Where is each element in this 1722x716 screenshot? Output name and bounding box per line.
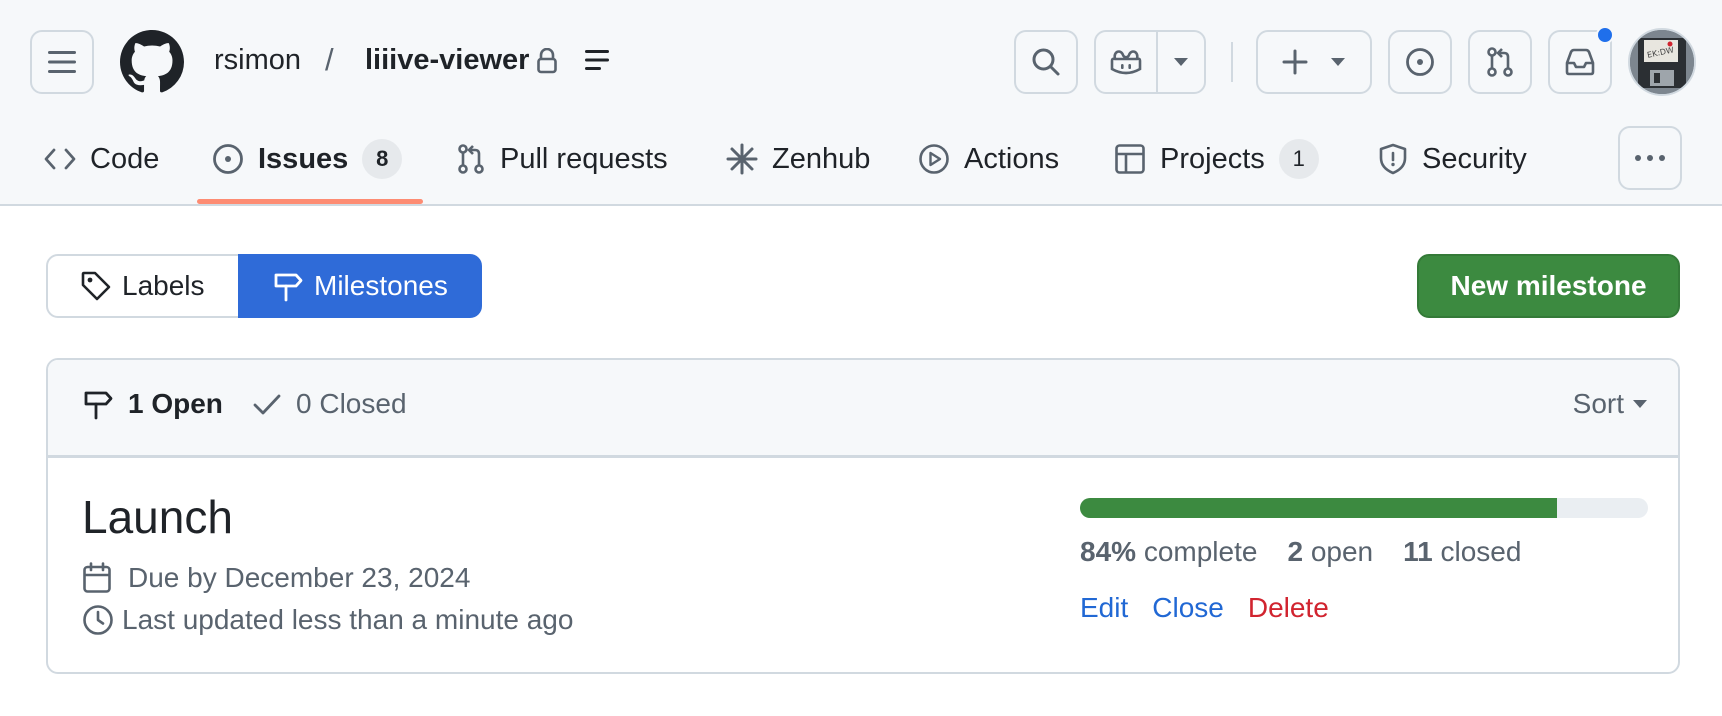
calendar-icon [83,562,111,593]
github-mark-icon [120,30,184,93]
breadcrumb-separator: / [325,42,334,77]
tab-projects-label: Projects [1160,142,1265,175]
projects-counter: 1 [1278,139,1319,179]
tab-pull-requests-label: Pull requests [500,142,668,175]
milestone-updated-label: Last updated less than a minute ago [122,604,574,635]
sort-label: Sort [1572,388,1624,419]
milestone-icon [84,391,113,420]
tag-icon [81,271,111,301]
labels-button[interactable]: Labels [46,254,240,318]
search-icon [1032,48,1060,76]
milestone-open-count[interactable]: 2 open [1287,536,1373,568]
create-new-button[interactable] [1256,30,1372,94]
github-logo[interactable] [120,30,184,94]
labels-label: Labels [122,270,205,301]
milestone-closed-count[interactable]: 11 closed [1403,536,1521,568]
your-pull-requests-button[interactable] [1468,30,1532,94]
shield-icon [1379,143,1407,175]
edit-milestone-link[interactable]: Edit [1080,592,1128,624]
milestone-progress-bar [1080,498,1648,518]
play-icon [919,144,949,174]
milestone-due-label: Due by December 23, 2024 [128,562,471,593]
closed-milestones-filter[interactable]: 0 Closed [252,388,407,420]
tab-zenhub[interactable]: Zenhub [726,128,870,190]
labels-milestones-subnav: Labels Milestones [46,254,482,318]
clock-icon [83,605,113,635]
triangle-down-icon [1331,58,1345,66]
breadcrumb-owner[interactable]: rsimon [214,44,301,77]
kebab-horizontal-icon [1635,155,1665,161]
issue-opened-icon [213,144,243,174]
search-button[interactable] [1014,30,1078,94]
tab-actions[interactable]: Actions [918,128,1059,190]
milestone-last-updated: Last updated less than a minute ago [82,604,573,636]
inbox-icon [1565,48,1595,76]
plus-icon [1282,49,1308,75]
triangle-down-icon [1174,58,1188,66]
milestones-button[interactable]: Milestones [238,254,482,318]
copilot-button[interactable] [1096,32,1158,92]
sort-dropdown[interactable]: Sort [1573,388,1648,420]
open-milestones-filter[interactable]: 1 Open [82,388,223,420]
issue-opened-icon [1406,48,1434,76]
new-milestone-button[interactable]: New milestone [1417,254,1680,318]
open-milestones-label: 1 Open [128,388,223,419]
selected-tab-indicator [197,199,423,204]
header-divider [1231,42,1233,82]
code-icon [44,148,76,170]
floppy-disk-avatar-icon: EK:DW [1630,30,1694,94]
copilot-dropdown-button[interactable] [1158,32,1204,92]
tab-security-label: Security [1422,142,1527,175]
zenhub-icon [726,143,758,175]
hamburger-icon [48,51,76,73]
closed-milestones-label: 0 Closed [296,388,407,419]
milestone-icon [274,273,303,302]
repo-menu-icon[interactable] [584,48,610,72]
tab-code-label: Code [90,142,160,175]
table-icon [1115,144,1145,174]
triangle-down-icon [1633,400,1647,408]
milestone-stats: 84% complete 2 open 11 closed [1080,536,1521,568]
milestone-progress-fill [1080,498,1558,518]
notification-indicator [1596,26,1614,44]
your-issues-button[interactable] [1388,30,1452,94]
tab-security[interactable]: Security [1378,128,1527,190]
tab-actions-label: Actions [964,142,1060,175]
milestones-list: 1 Open 0 Closed Sort Launch Due by Decem… [46,358,1680,674]
milestone-percent-complete: 84% complete [1080,536,1258,567]
close-milestone-link[interactable]: Close [1152,592,1224,624]
issues-counter: 8 [362,139,403,179]
milestone-due-date: Due by December 23, 2024 [82,562,470,594]
git-pull-request-icon [1487,47,1513,77]
milestone-title[interactable]: Launch [82,490,233,544]
tab-pull-requests[interactable]: Pull requests [456,128,668,190]
avatar[interactable]: EK:DW [1628,28,1696,96]
lock-icon [537,48,557,74]
git-pull-request-icon [458,144,484,174]
copilot-button-group [1094,30,1206,94]
milestones-label: Milestones [314,270,448,301]
delete-milestone-link[interactable]: Delete [1248,592,1329,624]
tab-zenhub-label: Zenhub [772,142,871,175]
tab-issues-label: Issues [258,142,349,175]
app-header: rsimon / liiive-viewer EK:DW Code Issues… [0,0,1722,206]
milestones-list-header: 1 Open 0 Closed Sort [48,360,1678,458]
tab-code[interactable]: Code [44,128,159,190]
milestone-actions: Edit Close Delete [1080,592,1329,624]
tab-issues[interactable]: Issues 8 [212,128,403,190]
breadcrumb-repo[interactable]: liiive-viewer [365,44,529,77]
copilot-icon [1110,50,1142,75]
tab-projects[interactable]: Projects 1 [1114,128,1319,190]
more-tabs-button[interactable] [1618,126,1682,190]
check-icon [253,394,281,415]
global-menu-button[interactable] [30,30,94,94]
